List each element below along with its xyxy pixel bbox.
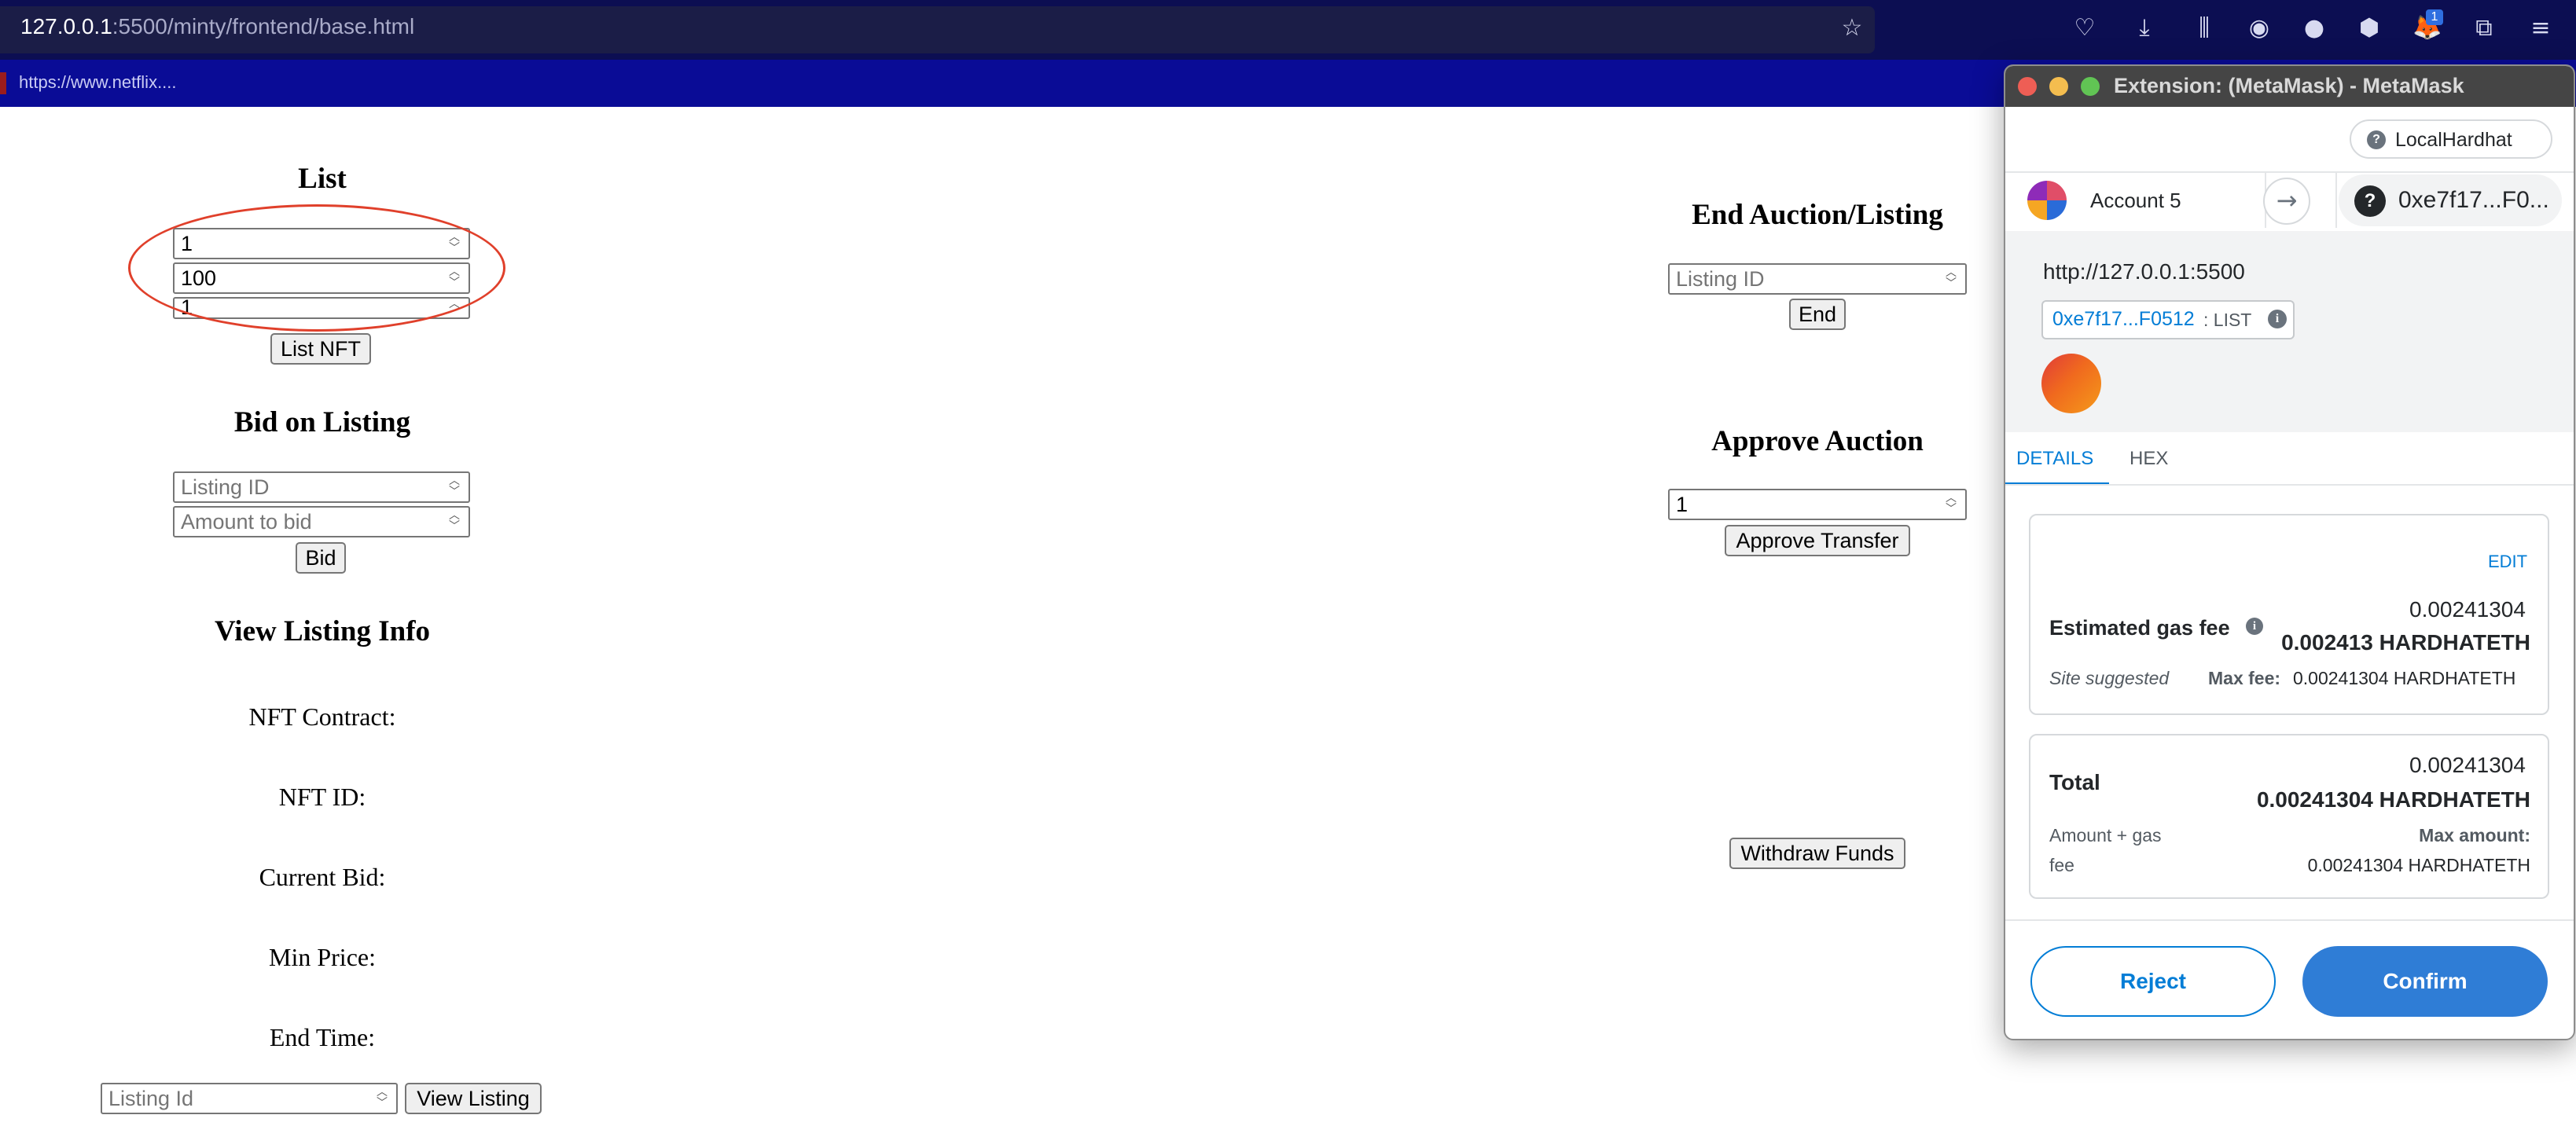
divider xyxy=(2005,484,2574,486)
extensions-icon[interactable]: ⧉ xyxy=(2468,13,2500,44)
gas-fee-bold: 0.002413 HARDHATETH xyxy=(2281,630,2530,655)
origin-url: http://127.0.0.1:5500 xyxy=(2043,259,2245,284)
edit-gas-button[interactable]: EDIT xyxy=(2488,552,2527,572)
max-fee-label: Max fee: xyxy=(2208,668,2281,688)
approve-auction-heading: Approve Auction xyxy=(1711,425,1924,457)
max-amount-label: Max amount: xyxy=(2419,825,2530,845)
popup-title: Extension: (MetaMask) - MetaMask xyxy=(2114,74,2464,97)
view-listing-id-input[interactable]: Listing Id ︿ ﹀ xyxy=(101,1083,398,1114)
maximize-window-icon[interactable] xyxy=(2081,77,2100,96)
confirm-button[interactable]: Confirm xyxy=(2302,946,2548,1017)
menu-icon[interactable]: ≡ xyxy=(2525,13,2556,44)
contract-address-link[interactable]: 0xe7f17...F0512 xyxy=(2052,308,2195,331)
unknown-contract-icon: ? xyxy=(2354,185,2386,217)
bookmark-netflix[interactable]: https://www.netflix.... xyxy=(19,72,177,93)
spinner-icon[interactable]: ︿ ﹀ xyxy=(374,1087,390,1110)
total-bold: 0.00241304 HARDHATETH xyxy=(2256,787,2530,812)
spinner-icon[interactable]: ︿ ﹀ xyxy=(446,475,462,499)
total-label: Total xyxy=(2049,770,2100,794)
end-auction-heading: End Auction/Listing xyxy=(1692,199,1943,231)
tab-details[interactable]: DETAILS xyxy=(2016,448,2093,470)
spinner-icon[interactable]: ︿ ﹀ xyxy=(1943,493,1959,516)
library-icon[interactable]: ⫼ xyxy=(2188,13,2220,44)
list-nft-button[interactable]: List NFT xyxy=(270,333,371,365)
nft-id-label: NFT ID: xyxy=(278,783,366,811)
approve-transfer-button[interactable]: Approve Transfer xyxy=(1725,525,1910,556)
info-icon[interactable]: i xyxy=(2246,618,2263,635)
network-name: LocalHardhat xyxy=(2395,129,2512,151)
current-bid-label: Current Bid: xyxy=(259,863,386,891)
withdraw-funds-button[interactable]: Withdraw Funds xyxy=(1729,838,1905,869)
max-amount-value: 0.00241304 HARDHATETH xyxy=(2307,855,2530,875)
divider xyxy=(2005,171,2574,173)
url-text[interactable]: 127.0.0.1:5500/minty/frontend/base.html xyxy=(20,14,414,39)
help-icon: ? xyxy=(2367,130,2386,149)
min-price-label: Min Price: xyxy=(269,943,376,971)
spinner-icon[interactable]: ︿ ﹀ xyxy=(446,510,462,534)
arrow-right-icon: → xyxy=(2263,178,2310,225)
metamask-popup: Extension: (MetaMask) - MetaMask ? Local… xyxy=(2004,64,2575,1040)
spinner-icon[interactable]: ︿ ﹀ xyxy=(1943,267,1959,291)
extension-cube-icon[interactable]: ⬢ xyxy=(2354,13,2385,44)
download-icon[interactable]: ⤓ xyxy=(2129,13,2160,44)
amount-gas-label: Amount + gas xyxy=(2049,825,2162,845)
method-name: : LIST xyxy=(2203,310,2252,330)
list-heading: List xyxy=(298,163,347,195)
account-avatar xyxy=(2027,181,2067,220)
account-icon[interactable]: ◉ xyxy=(2243,13,2275,44)
password-icon[interactable]: ● xyxy=(2299,13,2330,44)
tab-hex[interactable]: HEX xyxy=(2130,448,2168,470)
max-fee-value: 0.00241304 HARDHATETH xyxy=(2293,668,2516,688)
bookmark-favicon xyxy=(0,72,6,94)
extension-badge: 1 xyxy=(2426,9,2443,25)
view-listing-heading: View Listing Info xyxy=(214,615,431,647)
end-button[interactable]: End xyxy=(1789,299,1846,330)
estimated-gas-label: Estimated gas fee xyxy=(2049,616,2230,640)
site-identicon xyxy=(2041,354,2101,413)
gas-amount: 0.00241304 xyxy=(2409,597,2526,622)
nft-contract-label: NFT Contract: xyxy=(248,702,396,731)
minimize-window-icon[interactable] xyxy=(2049,77,2068,96)
pocket-icon[interactable]: ♡ xyxy=(2069,13,2100,44)
divider xyxy=(2335,173,2337,228)
close-window-icon[interactable] xyxy=(2018,77,2037,96)
bid-button[interactable]: Bid xyxy=(296,542,346,574)
info-icon[interactable]: i xyxy=(2268,310,2287,328)
approve-input[interactable]: 1 ︿ ﹀ xyxy=(1668,489,1967,520)
divider xyxy=(2005,919,2574,921)
end-listing-id-input[interactable]: Listing ID ︿ ﹀ xyxy=(1668,263,1967,295)
amount-gas-label-fee: fee xyxy=(2049,855,2074,875)
end-time-label: End Time: xyxy=(269,1023,376,1051)
bid-heading: Bid on Listing xyxy=(233,406,411,438)
bid-listing-id-input[interactable]: Listing ID ︿ ﹀ xyxy=(173,471,470,503)
total-amount: 0.00241304 xyxy=(2409,753,2526,777)
star-icon[interactable]: ☆ xyxy=(1836,13,1868,44)
view-listing-button[interactable]: View Listing xyxy=(405,1083,542,1114)
site-suggested-label: Site suggested xyxy=(2049,668,2170,688)
annotation-circle xyxy=(128,204,505,332)
recipient-address: 0xe7f17...F0... xyxy=(2398,187,2549,213)
reject-button[interactable]: Reject xyxy=(2030,946,2276,1017)
account-name: Account 5 xyxy=(2090,189,2181,212)
bid-amount-input[interactable]: Amount to bid ︿ ﹀ xyxy=(173,506,470,537)
